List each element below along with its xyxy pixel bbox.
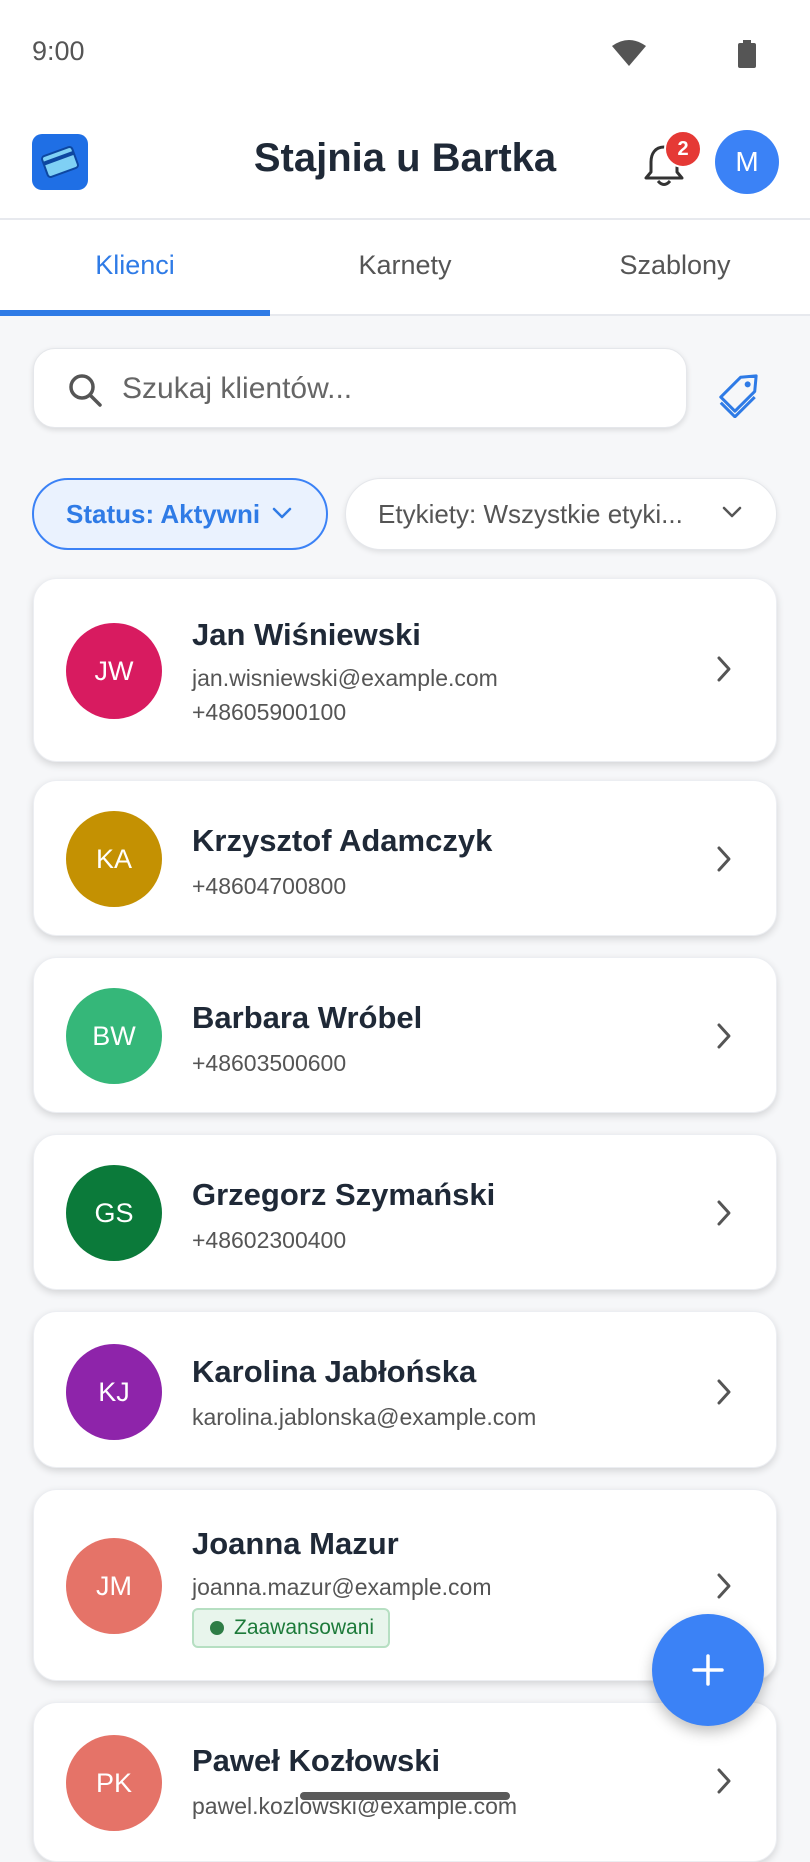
search-input[interactable]: [120, 361, 664, 417]
chevron-right-icon: [717, 1200, 731, 1226]
client-name: Krzysztof Adamczyk: [192, 823, 493, 858]
app-bar: Stajnia u Bartka 2 M: [0, 104, 810, 220]
tab-bar: Klienci Karnety Szablony: [0, 220, 810, 316]
status-time: 9:00: [32, 36, 85, 66]
chevron-right-icon: [717, 1023, 731, 1049]
client-avatar: GS: [66, 1165, 162, 1261]
tab-karnety[interactable]: Karnety: [270, 220, 540, 314]
client-avatar: KJ: [66, 1344, 162, 1440]
tags-filter-label: Etykiety: Wszystkie etyki...: [378, 498, 683, 529]
client-phone: +48603500600: [192, 1050, 347, 1076]
client-phone: +48605900100: [192, 699, 347, 725]
client-card[interactable]: PK Paweł Kozłowski pawel.kozlowski@examp…: [33, 1702, 777, 1862]
chevron-right-icon: [717, 656, 731, 682]
client-avatar: BW: [66, 988, 162, 1084]
chevron-down-icon: [272, 507, 292, 519]
chevron-down-icon: [722, 506, 742, 518]
chevron-right-icon: [717, 1768, 731, 1794]
status-filter-label: Status: Aktywni: [66, 498, 261, 529]
client-tag: Zaawansowani: [192, 1608, 391, 1648]
battery-icon: [738, 40, 756, 68]
client-email: karolina.jablonska@example.com: [192, 1404, 537, 1430]
tag-icon[interactable]: [714, 362, 770, 418]
home-indicator[interactable]: [300, 1792, 510, 1800]
client-card[interactable]: KJ Karolina Jabłońska karolina.jablonska…: [33, 1311, 777, 1468]
status-filter[interactable]: Status: Aktywni: [32, 478, 328, 550]
client-card[interactable]: JW Jan Wiśniewski jan.wisniewski@example…: [33, 578, 777, 762]
client-phone: +48602300400: [192, 1227, 347, 1253]
client-card[interactable]: BW Barbara Wróbel +48603500600: [33, 957, 777, 1113]
client-avatar: JW: [66, 623, 162, 719]
wifi-icon: [612, 40, 646, 66]
chevron-right-icon: [717, 846, 731, 872]
search-box: [33, 348, 687, 428]
search-icon: [69, 374, 102, 407]
client-email: joanna.mazur@example.com: [192, 1574, 492, 1600]
client-name: Karolina Jabłońska: [192, 1354, 477, 1389]
tab-szablony[interactable]: Szablony: [540, 220, 810, 314]
notification-badge: 2: [664, 130, 702, 168]
client-avatar: PK: [66, 1735, 162, 1831]
tab-klienci[interactable]: Klienci: [0, 220, 270, 316]
client-name: Joanna Mazur: [192, 1526, 399, 1561]
client-name: Paweł Kozłowski: [192, 1743, 441, 1778]
client-tag-label: Zaawansowani: [234, 1616, 375, 1639]
client-name: Barbara Wróbel: [192, 1000, 423, 1035]
client-email: jan.wisniewski@example.com: [192, 665, 498, 691]
add-client-button[interactable]: [652, 1614, 764, 1726]
chevron-right-icon: [717, 1573, 731, 1599]
client-avatar: KA: [66, 811, 162, 907]
client-name: Jan Wiśniewski: [192, 617, 421, 652]
client-phone: +48604700800: [192, 873, 347, 899]
client-card[interactable]: KA Krzysztof Adamczyk +48604700800: [33, 780, 777, 936]
client-name: Grzegorz Szymański: [192, 1177, 496, 1212]
client-card[interactable]: GS Grzegorz Szymański +48602300400: [33, 1134, 777, 1290]
plus-icon: [692, 1654, 724, 1686]
chevron-right-icon: [717, 1379, 731, 1405]
tag-dot: [210, 1621, 224, 1635]
tags-filter[interactable]: Etykiety: Wszystkie etyki...: [345, 478, 777, 550]
user-avatar[interactable]: M: [715, 130, 779, 194]
client-avatar: JM: [66, 1538, 162, 1634]
status-bar: 9:00: [0, 0, 810, 104]
